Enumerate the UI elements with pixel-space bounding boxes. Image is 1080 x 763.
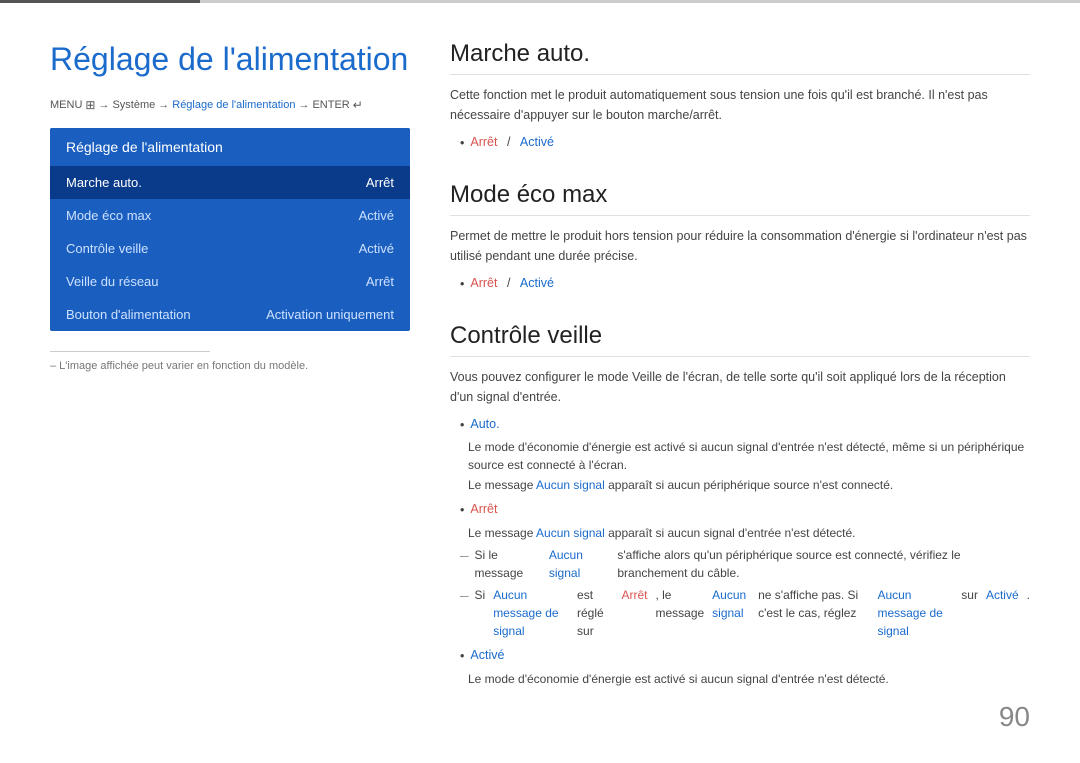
controle-veille-active-label: Activé [470, 646, 504, 665]
menu-item-bouton-alimentation[interactable]: Bouton d'alimentation Activation uniquem… [50, 298, 410, 331]
controle-veille-arret-desc1: Le message Aucun signal apparaît si aucu… [468, 524, 1030, 542]
page-title: Réglage de l'alimentation [50, 40, 410, 78]
menu-item-value-controle-veille: Activé [359, 241, 394, 256]
section-title-controle-veille: Contrôle veille [450, 322, 1030, 357]
footnote-text: – L'image affichée peut varier en foncti… [50, 360, 410, 372]
controle-veille-active-item: Activé [460, 646, 1030, 666]
controle-veille-auto-list: Auto. [460, 415, 1030, 435]
mode-eco-option: Arrêt / Activé [460, 274, 1030, 294]
right-column: Marche auto. Cette fonction met le produ… [450, 40, 1030, 723]
menu-item-value-veille-reseau: Arrêt [366, 274, 394, 289]
breadcrumb-arrow-1: → [98, 99, 109, 111]
controle-veille-auto-label: Auto. [470, 415, 499, 434]
breadcrumb-menu-icon: ⊞ [85, 98, 95, 112]
menu-item-label-controle-veille: Contrôle veille [66, 241, 148, 256]
menu-item-label-marche-auto: Marche auto. [66, 175, 142, 190]
breadcrumb: MENU ⊞ → Système → Réglage de l'alimenta… [50, 98, 410, 112]
menu-item-label-bouton: Bouton d'alimentation [66, 307, 191, 322]
controle-veille-auto-desc2: Le message Aucun signal apparaît si aucu… [468, 476, 1030, 494]
page-number: 90 [999, 701, 1030, 733]
arret-inline: Arrêt [621, 586, 647, 604]
marche-auto-active: Activé [520, 133, 554, 152]
controle-veille-arret-label: Arrêt [470, 500, 497, 519]
menu-box-title: Réglage de l'alimentation [50, 128, 410, 166]
mode-eco-options: Arrêt / Activé [460, 274, 1030, 294]
controle-veille-arret-list: Arrêt [460, 500, 1030, 520]
section-desc-mode-eco: Permet de mettre le produit hors tension… [450, 226, 1030, 266]
menu-item-mode-eco-max[interactable]: Mode éco max Activé [50, 199, 410, 232]
menu-item-marche-auto[interactable]: Marche auto. Arrêt [50, 166, 410, 199]
marche-auto-options: Arrêt / Activé [460, 133, 1030, 153]
active-inline: Activé [986, 586, 1019, 604]
menu-item-value-marche-auto: Arrêt [366, 175, 394, 190]
aucun-signal-3: Aucun signal [549, 546, 610, 582]
section-desc-marche-auto: Cette fonction met le produit automatiqu… [450, 85, 1030, 125]
section-mode-eco-max: Mode éco max Permet de mettre le produit… [450, 181, 1030, 294]
breadcrumb-enter-icon: ↵ [353, 98, 363, 112]
mode-eco-active: Activé [520, 274, 554, 293]
note-item-1: Si le message Aucun signal s'affiche alo… [460, 546, 1030, 582]
breadcrumb-item-reglage: Réglage de l'alimentation [172, 99, 295, 111]
left-column: Réglage de l'alimentation MENU ⊞ → Systè… [50, 40, 410, 723]
breadcrumb-menu: MENU [50, 99, 82, 111]
breadcrumb-arrow-3: → [298, 99, 309, 111]
aucun-signal-4: Aucun signal [712, 586, 750, 622]
aucun-message-signal-1: Aucun message de signal [493, 586, 569, 640]
controle-veille-auto-desc1: Le mode d'économie d'énergie est activé … [468, 438, 1030, 474]
mode-eco-arret: Arrêt [470, 274, 497, 293]
section-desc-controle-veille: Vous pouvez configurer le mode Veille de… [450, 367, 1030, 407]
footnote-divider [50, 351, 210, 352]
breadcrumb-enter: ENTER [312, 99, 349, 111]
controle-veille-active-list: Activé [460, 646, 1030, 666]
aucun-signal-1: Aucun signal [536, 478, 605, 492]
aucun-message-signal-2: Aucun message de signal [877, 586, 953, 640]
controle-veille-active-desc: Le mode d'économie d'énergie est activé … [468, 670, 1030, 688]
controle-veille-auto-item: Auto. [460, 415, 1030, 435]
menu-item-veille-reseau[interactable]: Veille du réseau Arrêt [50, 265, 410, 298]
menu-item-label-mode-eco: Mode éco max [66, 208, 151, 223]
controle-veille-arret-item: Arrêt [460, 500, 1030, 520]
aucun-signal-2: Aucun signal [536, 526, 605, 540]
section-controle-veille: Contrôle veille Vous pouvez configurer l… [450, 322, 1030, 688]
section-title-marche-auto: Marche auto. [450, 40, 1030, 75]
breadcrumb-item-systeme: Système [112, 99, 155, 111]
menu-item-value-mode-eco: Activé [359, 208, 394, 223]
breadcrumb-arrow-2: → [158, 99, 169, 111]
menu-box: Réglage de l'alimentation Marche auto. A… [50, 128, 410, 331]
menu-item-value-bouton: Activation uniquement [266, 307, 394, 322]
marche-auto-arret: Arrêt [470, 133, 497, 152]
menu-item-label-veille-reseau: Veille du réseau [66, 274, 159, 289]
menu-item-controle-veille[interactable]: Contrôle veille Activé [50, 232, 410, 265]
marche-auto-option: Arrêt / Activé [460, 133, 1030, 153]
note-item-2: Si Aucun message de signal est réglé sur… [460, 586, 1030, 640]
section-marche-auto: Marche auto. Cette fonction met le produ… [450, 40, 1030, 153]
section-title-mode-eco-max: Mode éco max [450, 181, 1030, 216]
